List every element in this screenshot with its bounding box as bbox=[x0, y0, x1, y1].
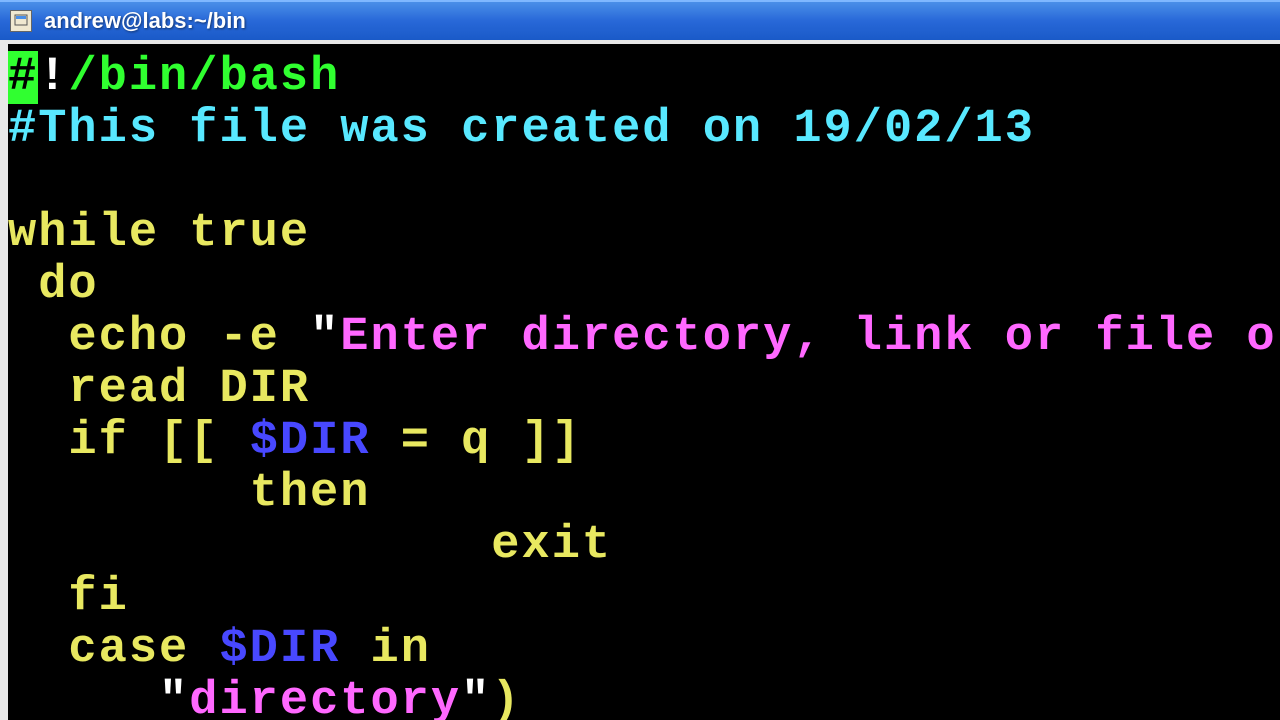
code-line: read DIR bbox=[8, 364, 1280, 416]
code-line: case $DIR in bbox=[8, 624, 1280, 676]
comment-hash: # bbox=[8, 103, 38, 156]
open-quote: " bbox=[159, 675, 189, 720]
shebang-path: /bin/bash bbox=[68, 51, 340, 104]
code-line: exit bbox=[8, 520, 1280, 572]
window-titlebar[interactable]: andrew@labs:~/bin bbox=[0, 0, 1280, 40]
kw-if: if bbox=[68, 415, 128, 468]
cmd-exit: exit bbox=[491, 519, 612, 572]
cmd-echo: echo bbox=[68, 311, 189, 364]
bracket-open: [[ bbox=[159, 415, 219, 468]
bracket-close: ]] bbox=[522, 415, 582, 468]
code-line: #!/bin/bash bbox=[8, 52, 1280, 104]
var-ref: $DIR bbox=[250, 415, 371, 468]
code-line: "directory") bbox=[8, 676, 1280, 720]
kw-case: case bbox=[68, 623, 189, 676]
kw-do: do bbox=[38, 259, 98, 312]
cmd-read: read bbox=[68, 363, 189, 416]
open-quote: " bbox=[310, 311, 340, 364]
code-line: then bbox=[8, 468, 1280, 520]
kw-in: in bbox=[340, 623, 431, 676]
case-paren: ) bbox=[491, 675, 521, 720]
echo-flag: -e bbox=[189, 311, 310, 364]
putty-icon bbox=[10, 10, 32, 32]
string-content: Enter directory, link or file or q t bbox=[340, 311, 1280, 364]
var-name: DIR bbox=[189, 363, 310, 416]
code-line: echo -e "Enter directory, link or file o… bbox=[8, 312, 1280, 364]
shebang-bang: ! bbox=[38, 51, 68, 104]
code-line: if [[ $DIR = q ]] bbox=[8, 416, 1280, 468]
var-ref: $DIR bbox=[219, 623, 340, 676]
code-line: #This file was created on 19/02/13 bbox=[8, 104, 1280, 156]
terminal-editor-area[interactable]: #!/bin/bash #This file was created on 19… bbox=[8, 44, 1280, 720]
cursor: # bbox=[8, 51, 38, 104]
code-line: fi bbox=[8, 572, 1280, 624]
string-content: directory bbox=[189, 675, 461, 720]
code-line: while true bbox=[8, 208, 1280, 260]
window-title: andrew@labs:~/bin bbox=[44, 8, 246, 34]
comment-text: This file was created on 19/02/13 bbox=[38, 103, 1035, 156]
kw-while: while bbox=[8, 207, 159, 260]
kw-fi: fi bbox=[68, 571, 128, 624]
kw-then: then bbox=[250, 467, 371, 520]
code-line-blank bbox=[8, 156, 1280, 208]
eq-op: = q bbox=[371, 415, 522, 468]
close-quote: " bbox=[461, 675, 491, 720]
kw-true: true bbox=[159, 207, 310, 260]
code-line: do bbox=[8, 260, 1280, 312]
